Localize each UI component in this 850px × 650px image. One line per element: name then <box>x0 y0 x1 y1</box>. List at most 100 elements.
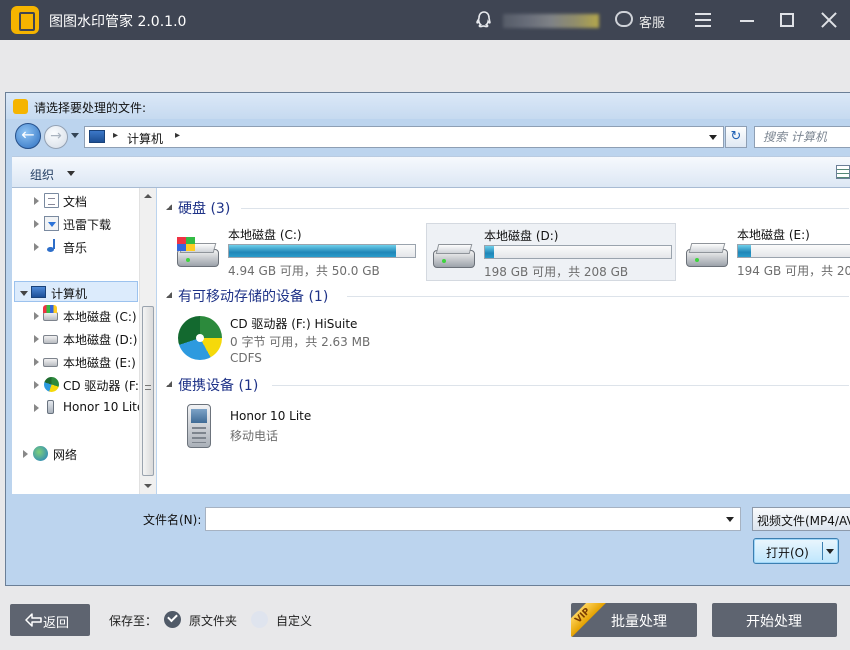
expand-arrow-icon[interactable] <box>34 243 39 251</box>
drive-icon <box>43 358 58 367</box>
menu-icon[interactable] <box>693 10 713 30</box>
collapse-arrow-icon[interactable] <box>20 291 28 296</box>
drive-tile-c[interactable]: 本地磁盘 (C:) 4.94 GB 可用，共 50.0 GB <box>171 223 421 281</box>
nav-item-drive-e[interactable]: 本地磁盘 (E:) <box>12 351 139 372</box>
drive-space: 194 GB 可用，共 20 <box>737 264 850 278</box>
nav-item-network[interactable]: 网络 <box>12 443 139 464</box>
computer-icon <box>89 130 105 143</box>
breadcrumb-separator-icon[interactable]: ▸ <box>113 130 118 141</box>
document-icon <box>44 193 59 208</box>
nav-item-computer[interactable]: 计算机 <box>14 281 138 302</box>
filename-input[interactable] <box>206 508 716 530</box>
cd-drive-tile[interactable]: CD 驱动器 (F:) HiSuite 0 字节 可用，共 2.63 MB CD… <box>157 312 477 370</box>
drive-name: 本地磁盘 (D:) <box>484 229 559 243</box>
nav-item-drive-c[interactable]: 本地磁盘 (C:) <box>12 305 139 326</box>
close-icon[interactable] <box>819 10 839 30</box>
nav-item-label: 音乐 <box>63 241 88 255</box>
collapse-arrow-icon[interactable] <box>166 292 172 298</box>
qq-icon[interactable] <box>474 10 494 30</box>
phone-type: 移动电话 <box>230 429 279 443</box>
dialog-titlebar: 请选择要处理的文件: <box>6 93 850 119</box>
radio-custom[interactable] <box>251 611 268 628</box>
phone-name: Honor 10 Lite <box>230 409 312 423</box>
nav-item-label: 本地磁盘 (C:) <box>63 310 137 324</box>
nav-item-phone[interactable]: Honor 10 Lite <box>12 397 139 418</box>
original-folder-label[interactable]: 原文件夹 <box>189 612 237 629</box>
scroll-up-arrow-icon[interactable] <box>144 194 152 198</box>
breadcrumb-computer[interactable]: 计算机 <box>127 130 163 147</box>
collapse-arrow-icon[interactable] <box>166 204 172 210</box>
nav-item-music[interactable]: 音乐 <box>12 236 139 257</box>
scroll-down-arrow-icon[interactable] <box>144 484 152 488</box>
back-button[interactable]: 返回 <box>10 604 90 636</box>
back-arrow-icon[interactable]: ← <box>15 123 41 149</box>
refresh-icon[interactable]: ↻ <box>725 126 747 148</box>
vip-badge: VIP <box>571 603 607 637</box>
maximize-icon[interactable] <box>777 10 797 30</box>
app-logo-icon <box>11 6 39 34</box>
phone-icon <box>47 400 54 414</box>
batch-process-button[interactable]: VIP 批量处理 <box>571 603 697 637</box>
expand-arrow-icon[interactable] <box>34 335 39 343</box>
expand-arrow-icon[interactable] <box>34 381 39 389</box>
organize-button[interactable]: 组织 <box>30 166 54 183</box>
nav-scrollbar[interactable] <box>139 188 156 494</box>
drive-usage-bar <box>484 245 672 259</box>
divider <box>272 385 849 386</box>
forward-arrow-icon[interactable]: → <box>44 125 68 149</box>
minimize-icon[interactable] <box>737 10 757 30</box>
group-header-portable[interactable]: 便携设备 (1) <box>157 375 849 395</box>
breadcrumb-separator-icon[interactable]: ▸ <box>175 130 180 141</box>
drive-tile-d[interactable]: 本地磁盘 (D:) 198 GB 可用，共 208 GB <box>426 223 676 281</box>
open-button[interactable]: 打开(O) <box>753 538 839 564</box>
group-title: 有可移动存储的设备 (1) <box>178 289 329 305</box>
filename-label: 文件名(N): <box>143 513 202 527</box>
cd-drive-name: CD 驱动器 (F:) HiSuite <box>230 317 358 331</box>
group-header-removable[interactable]: 有可移动存储的设备 (1) <box>157 286 849 306</box>
nav-item-label: 网络 <box>53 448 78 462</box>
drive-space: 4.94 GB 可用，共 50.0 GB <box>228 264 380 278</box>
drive-usage-bar <box>228 244 416 258</box>
scroll-thumb[interactable] <box>142 306 154 476</box>
filetype-select[interactable]: 视频文件(MP4/AV <box>752 507 850 531</box>
filename-combobox[interactable] <box>205 507 741 531</box>
expand-arrow-icon[interactable] <box>34 358 39 366</box>
expand-arrow-icon[interactable] <box>34 312 39 320</box>
expand-arrow-icon[interactable] <box>34 197 39 205</box>
nav-item-documents[interactable]: 文档 <box>12 190 139 211</box>
customer-service-button[interactable]: 客服 <box>615 8 671 31</box>
expand-arrow-icon[interactable] <box>34 220 39 228</box>
expand-arrow-icon[interactable] <box>23 450 28 458</box>
custom-label[interactable]: 自定义 <box>276 612 312 629</box>
collapse-arrow-icon[interactable] <box>166 381 172 387</box>
drive-icon <box>686 237 728 271</box>
view-options-icon[interactable] <box>836 165 850 179</box>
start-process-button[interactable]: 开始处理 <box>712 603 837 637</box>
group-title: 硬盘 (3) <box>178 201 231 217</box>
phone-tile[interactable]: Honor 10 Lite 移动电话 <box>157 400 477 454</box>
group-header-hard-disks[interactable]: 硬盘 (3) <box>157 198 849 218</box>
system-drive-icon <box>43 305 58 321</box>
expand-arrow-icon[interactable] <box>34 404 39 412</box>
app-titlebar: 图图水印管家 2.0.1.0 客服 <box>0 0 850 40</box>
chevron-down-icon[interactable] <box>726 517 734 522</box>
radio-original-folder[interactable] <box>164 611 181 628</box>
address-bar[interactable]: ▸ 计算机 ▸ <box>84 126 724 148</box>
search-box[interactable] <box>754 126 850 148</box>
scroll-grip-icon <box>145 385 151 390</box>
divider <box>241 208 849 209</box>
nav-item-drive-d[interactable]: 本地磁盘 (D:) <box>12 328 139 349</box>
chevron-down-icon[interactable] <box>826 549 834 554</box>
command-bar: 组织 <box>12 156 850 188</box>
nav-item-xunlei-download[interactable]: 迅雷下载 <box>12 213 139 234</box>
nav-item-cd-drive[interactable]: CD 驱动器 (F: <box>12 374 139 395</box>
recent-locations-dropdown[interactable] <box>71 133 79 138</box>
drive-tile-e[interactable]: 本地磁盘 (E:) 194 GB 可用，共 20 <box>680 223 850 281</box>
address-dropdown-icon[interactable] <box>709 135 717 140</box>
chevron-down-icon[interactable] <box>67 171 75 176</box>
system-drive-icon <box>177 237 219 271</box>
search-input[interactable] <box>755 127 850 147</box>
hisuite-cd-icon <box>178 316 222 360</box>
drive-name: 本地磁盘 (E:) <box>737 228 810 242</box>
drive-name: 本地磁盘 (C:) <box>228 228 302 242</box>
